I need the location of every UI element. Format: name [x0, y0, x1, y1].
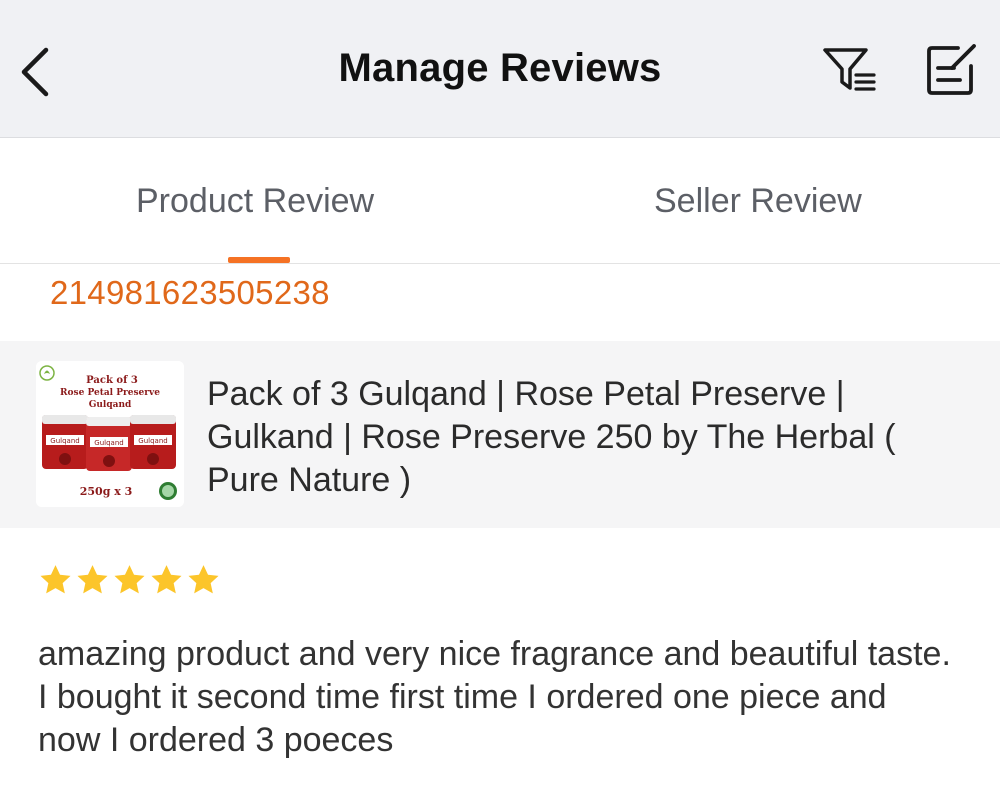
star-icon [40, 565, 71, 594]
write-review-button[interactable] [924, 42, 980, 98]
edit-icon [927, 44, 976, 95]
active-tab-indicator [228, 257, 290, 263]
star-icon [77, 565, 108, 594]
filter-button[interactable] [820, 44, 880, 96]
thumb-jar-label-1: Gulqand [50, 437, 79, 445]
rating-stars [38, 562, 221, 598]
tab-seller-review[interactable]: Seller Review [654, 182, 862, 221]
thumb-pack-line2: Rose Petal Preserve [60, 388, 160, 398]
order-number[interactable]: 214981623505238 [50, 274, 330, 312]
product-name: Pack of 3 Gulqand | Rose Petal Preserve … [207, 375, 896, 499]
review-text: amazing product and very nice fragrance … [38, 635, 951, 759]
thumb-pack-line1: Pack of 3 [86, 375, 138, 386]
review-tabs: Product Review Seller Review [0, 138, 1000, 264]
thumb-jar-label-2: Gulqand [94, 439, 123, 447]
star-icon [151, 565, 182, 594]
filter-icon [823, 48, 876, 91]
star-icon [114, 565, 145, 594]
top-app-bar: Manage Reviews [0, 0, 1000, 138]
tab-product-review[interactable]: Product Review [136, 182, 374, 221]
thumb-pack-line3: Gulqand [89, 400, 132, 410]
star-icon [188, 565, 219, 594]
thumb-weight: 250g x 3 [80, 485, 133, 498]
product-card[interactable]: Pack of 3 Rose Petal Preserve Gulqand Gu… [0, 341, 1000, 528]
thumb-jar-label-3: Gulqand [138, 437, 167, 445]
product-thumbnail: Pack of 3 Rose Petal Preserve Gulqand Gu… [36, 361, 184, 507]
